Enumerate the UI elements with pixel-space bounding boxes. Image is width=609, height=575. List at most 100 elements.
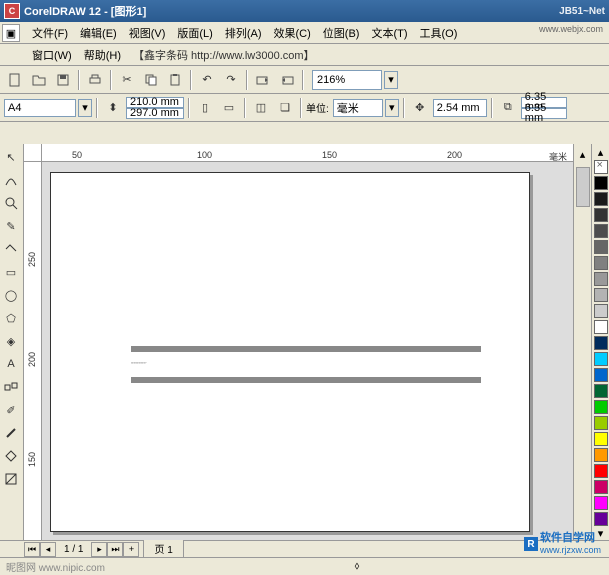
color-swatch[interactable] (594, 304, 608, 318)
ruler-origin[interactable] (24, 144, 42, 162)
menu-text[interactable]: 文本(T) (365, 22, 413, 44)
menu-view[interactable]: 视图(V) (123, 22, 172, 44)
save-button[interactable] (52, 69, 74, 91)
color-swatch[interactable] (594, 336, 608, 350)
color-swatch[interactable] (594, 432, 608, 446)
units-dropdown[interactable]: ▾ (385, 99, 399, 117)
interactive-fill-tool[interactable] (0, 468, 22, 490)
ellipse-tool[interactable]: ◯ (0, 284, 22, 306)
color-swatch[interactable] (594, 208, 608, 222)
menu-layout[interactable]: 版面(L) (171, 22, 218, 44)
zoom-tool[interactable] (0, 192, 22, 214)
color-swatch[interactable] (594, 464, 608, 478)
print-button[interactable] (84, 69, 106, 91)
cut-button[interactable]: ✂ (116, 69, 138, 91)
color-swatch[interactable] (594, 352, 608, 366)
canvas[interactable] (42, 162, 573, 540)
nudge-input[interactable]: 2.54 mm (433, 99, 487, 117)
palette-up-icon[interactable]: ▴ (592, 146, 609, 159)
color-swatch[interactable] (594, 288, 608, 302)
color-swatch[interactable] (594, 256, 608, 270)
export-button[interactable] (276, 69, 298, 91)
add-page-button[interactable]: + (123, 542, 139, 557)
text-tool[interactable]: A (0, 353, 22, 375)
menu-bar: ▣ 文件(F) 编辑(E) 视图(V) 版面(L) 排列(A) 效果(C) 位图… (0, 22, 609, 44)
freehand-tool[interactable]: ✎ (0, 215, 22, 237)
pick-tool[interactable]: ↖ (0, 146, 22, 168)
color-swatch[interactable] (594, 416, 608, 430)
menu-bar-row2: 窗口(W) 帮助(H) 【鑫字条码 http://www.lw3000.com】 (0, 44, 609, 66)
watermark-top: JB51~Net (559, 6, 605, 17)
fill-tool[interactable] (0, 445, 22, 467)
color-swatch[interactable] (594, 192, 608, 206)
rectangle-tool[interactable]: ▭ (0, 261, 22, 283)
paste-button[interactable] (164, 69, 186, 91)
color-swatch[interactable] (594, 496, 608, 510)
color-swatch[interactable] (594, 384, 608, 398)
menu-tools[interactable]: 工具(O) (414, 22, 464, 44)
prev-page-button[interactable]: ◂ (40, 542, 56, 557)
next-page-button[interactable]: ▸ (91, 542, 107, 557)
page-tab[interactable]: 页 1 (143, 540, 183, 558)
control-menu-icon[interactable]: ▣ (2, 24, 20, 42)
import-button[interactable] (252, 69, 274, 91)
property-bar: A4 ▾ ⬍ 210.0 mm 297.0 mm ▯ ▭ ◫ ❏ 单位: 毫米 … (0, 94, 609, 122)
paper-size-select[interactable]: A4 (4, 99, 76, 117)
blend-tool[interactable] (0, 376, 22, 398)
color-swatch[interactable] (594, 448, 608, 462)
no-fill-swatch[interactable]: × (594, 160, 608, 174)
greek-key-artwork[interactable] (131, 343, 481, 386)
pages-icon2[interactable]: ❏ (274, 97, 296, 119)
redo-button[interactable]: ↷ (220, 69, 242, 91)
pages-icon1[interactable]: ◫ (250, 97, 272, 119)
menu-effects[interactable]: 效果(C) (268, 22, 317, 44)
menu-window[interactable]: 窗口(W) (26, 44, 78, 66)
horizontal-ruler[interactable]: 50 100 150 200 毫米 (42, 144, 573, 162)
eyedropper-tool[interactable]: ✐ (0, 399, 22, 421)
copy-button[interactable] (140, 69, 162, 91)
window-title: CorelDRAW 12 - [图形1] (24, 3, 146, 19)
color-swatch[interactable] (594, 480, 608, 494)
page-height-input[interactable]: 297.0 mm (126, 108, 184, 119)
new-button[interactable] (4, 69, 26, 91)
basic-shapes-tool[interactable]: ◈ (0, 330, 22, 352)
portrait-button[interactable]: ▯ (194, 97, 216, 119)
units-select[interactable]: 毫米 (333, 99, 383, 117)
shape-tool[interactable] (0, 169, 22, 191)
dim-icon: ⬍ (102, 97, 124, 119)
menu-promo[interactable]: 【鑫字条码 http://www.lw3000.com】 (127, 44, 321, 66)
dup-y-input[interactable]: 6.35 mm (521, 108, 567, 119)
color-swatch[interactable] (594, 400, 608, 414)
color-swatch[interactable] (594, 368, 608, 382)
undo-button[interactable]: ↶ (196, 69, 218, 91)
color-swatch[interactable] (594, 224, 608, 238)
menu-arrange[interactable]: 排列(A) (219, 22, 268, 44)
menu-edit[interactable]: 编辑(E) (74, 22, 123, 44)
smart-draw-tool[interactable] (0, 238, 22, 260)
landscape-button[interactable]: ▭ (218, 97, 240, 119)
vertical-scrollbar[interactable]: ▴ (573, 144, 591, 540)
menu-bitmap[interactable]: 位图(B) (317, 22, 366, 44)
page-width-input[interactable]: 210.0 mm (126, 97, 184, 108)
zoom-dropdown[interactable]: ▾ (384, 71, 398, 89)
last-page-button[interactable]: ⏭ (107, 542, 123, 557)
title-bar: C CorelDRAW 12 - [图形1] JB51~Net (0, 0, 609, 22)
first-page-button[interactable]: ⏮ (24, 542, 40, 557)
vertical-ruler[interactable]: 150 200 250 (24, 162, 42, 540)
open-button[interactable] (28, 69, 50, 91)
page-navigator: ⏮ ◂ 1 / 1 ▸ ⏭ + 页 1 (0, 541, 609, 558)
color-palette: ▴ × ▾ (591, 144, 609, 540)
menu-help[interactable]: 帮助(H) (78, 44, 127, 66)
zoom-input[interactable]: 216% (312, 70, 382, 90)
color-swatch[interactable] (594, 176, 608, 190)
paper-size-dropdown[interactable]: ▾ (78, 99, 92, 117)
color-swatch[interactable] (594, 272, 608, 286)
color-swatch[interactable] (594, 240, 608, 254)
menu-file[interactable]: 文件(F) (26, 22, 74, 44)
outline-tool[interactable] (0, 422, 22, 444)
color-swatch[interactable] (594, 320, 608, 334)
polygon-tool[interactable]: ⬠ (0, 307, 22, 329)
scroll-thumb[interactable] (576, 167, 590, 207)
scroll-up-icon[interactable]: ▴ (580, 148, 586, 161)
color-swatch[interactable] (594, 512, 608, 526)
